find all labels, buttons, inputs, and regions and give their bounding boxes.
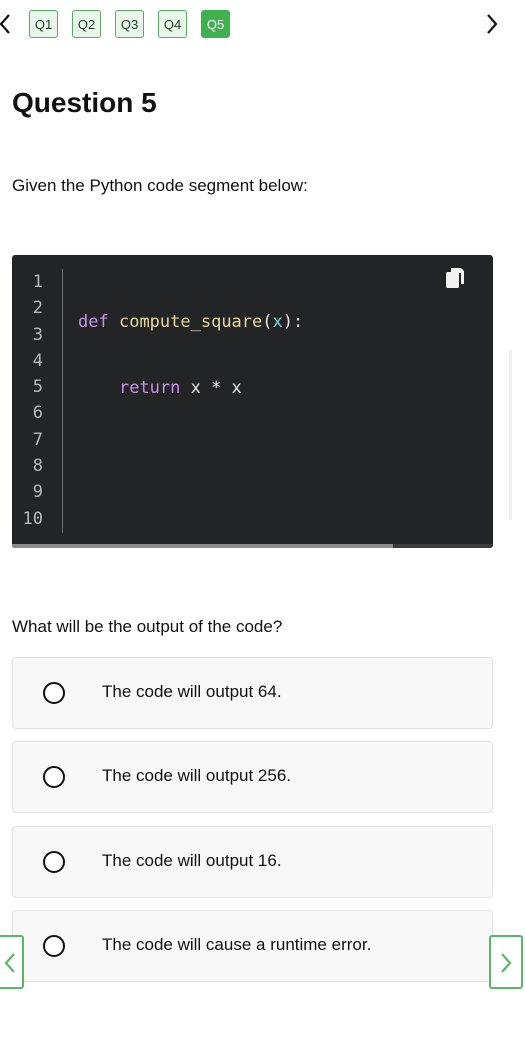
question-nav: Q1 Q2 Q3 Q4 Q5 <box>0 0 525 48</box>
line-number: 7 <box>32 429 43 450</box>
radio-button[interactable] <box>43 766 65 788</box>
radio-button[interactable] <box>43 851 65 873</box>
tab-q3[interactable]: Q3 <box>115 10 144 38</box>
copy-code-button[interactable] <box>444 266 466 290</box>
answer-option[interactable]: The code will output 256. <box>12 741 493 813</box>
line-number: 9 <box>32 482 43 503</box>
option-label: The code will output 16. <box>102 851 282 870</box>
chevron-right-icon <box>487 14 498 34</box>
option-label: The code will output 256. <box>102 766 292 785</box>
radio-button[interactable] <box>43 935 65 957</box>
code-line: def compute_square(x): <box>78 312 304 332</box>
floating-next-button[interactable] <box>489 935 523 989</box>
answer-option[interactable]: The code will cause a runtime error. <box>12 910 493 982</box>
answer-option[interactable]: The code will output 16. <box>12 826 493 898</box>
line-number: 8 <box>32 456 43 477</box>
quiz-page: Q1 Q2 Q3 Q4 Q5 Question 5 Given the Pyth… <box>0 0 525 1046</box>
scrollbar-thumb[interactable] <box>12 544 393 548</box>
code-horizontal-scrollbar[interactable] <box>12 544 493 548</box>
chevron-right-icon <box>501 953 512 973</box>
question-title: Question 5 <box>12 87 157 118</box>
code-lines: def compute_square(x): return x * x def … <box>78 269 493 548</box>
code-line: return x * x <box>118 378 242 399</box>
question-tabs: Q1 Q2 Q3 Q4 Q5 <box>29 10 230 38</box>
page-scrollbar[interactable] <box>509 350 512 520</box>
option-label: The code will cause a runtime error. <box>102 935 372 954</box>
radio-button[interactable] <box>43 682 65 704</box>
chevron-left-icon <box>4 953 15 973</box>
tab-q1[interactable]: Q1 <box>29 10 58 38</box>
tab-q4[interactable]: Q4 <box>158 10 187 38</box>
prev-arrow-button[interactable] <box>0 10 14 38</box>
question-intro: Given the Python code segment below: <box>12 176 308 195</box>
line-number: 3 <box>32 324 43 345</box>
line-number: 10 <box>22 508 43 529</box>
chevron-left-icon <box>0 14 10 34</box>
line-number: 4 <box>32 350 43 371</box>
question-prompt: What will be the output of the code? <box>12 617 283 636</box>
line-number: 5 <box>32 377 43 398</box>
line-number: 1 <box>32 272 43 292</box>
next-arrow-button[interactable] <box>484 10 500 38</box>
copy-icon <box>446 268 464 288</box>
line-number-gutter: 1 2 3 4 5 6 7 8 9 10 <box>12 269 63 533</box>
tab-q2[interactable]: Q2 <box>72 10 101 38</box>
option-label: The code will output 64. <box>102 682 282 701</box>
floating-prev-button[interactable] <box>0 935 24 989</box>
tab-q5[interactable]: Q5 <box>201 10 230 38</box>
code-block: 1 2 3 4 5 6 7 8 9 10 def compute_square(… <box>12 255 493 548</box>
answer-option[interactable]: The code will output 64. <box>12 657 493 729</box>
line-number: 6 <box>32 403 43 424</box>
line-number: 2 <box>32 298 43 319</box>
